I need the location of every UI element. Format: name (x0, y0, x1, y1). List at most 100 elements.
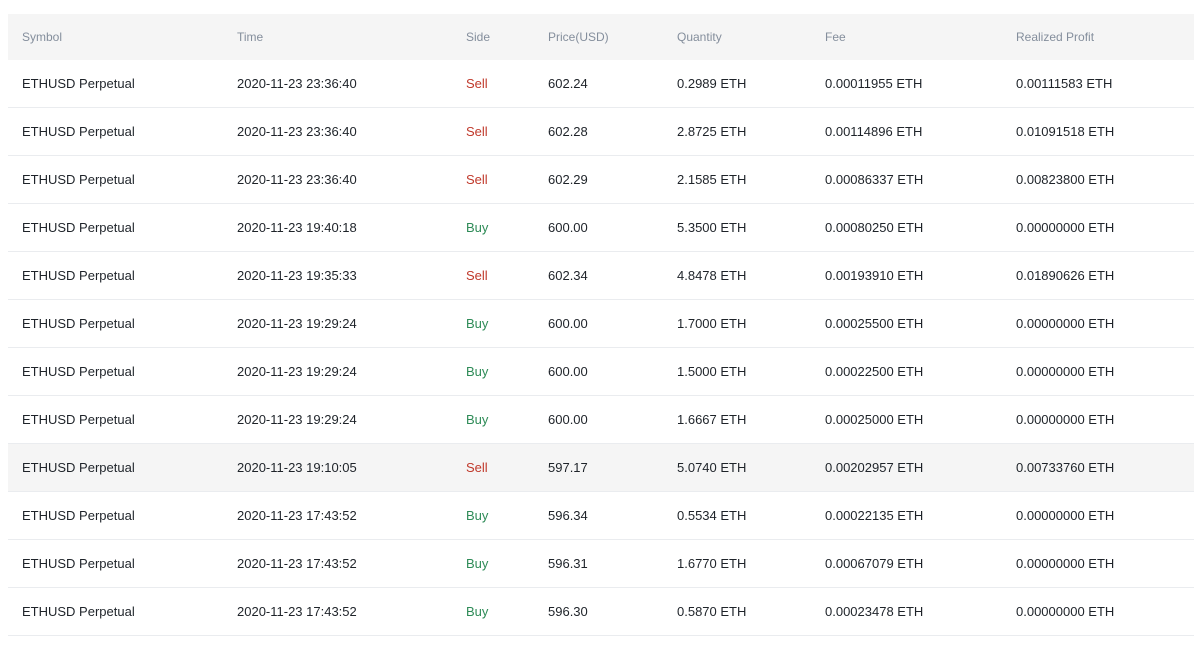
cell-side: Buy (466, 556, 489, 571)
cell-side: Buy (466, 220, 489, 235)
cell-time: 2020-11-23 23:36:40 (237, 172, 357, 187)
cell-price: 602.29 (548, 172, 588, 187)
cell-fee: 0.00022500 ETH (825, 364, 924, 379)
table-row[interactable]: ETHUSD Perpetual 2020-11-23 19:10:05 Sell 5… (8, 444, 1194, 492)
cell-quantity: 2.8725 ETH (677, 124, 747, 139)
cell-side: Sell (466, 172, 488, 187)
cell-symbol: ETHUSD Perpetual (22, 316, 135, 331)
header-price[interactable]: Price(USD) (534, 30, 663, 44)
cell-quantity: 1.6667 ETH (677, 412, 747, 427)
cell-time: 2020-11-23 19:29:24 (237, 364, 357, 379)
cell-quantity: 1.5000 ETH (677, 364, 747, 379)
cell-realized-profit: 0.01091518 ETH (1016, 124, 1115, 139)
cell-side: Buy (466, 508, 489, 523)
cell-quantity: 1.7000 ETH (677, 316, 747, 331)
cell-symbol: ETHUSD Perpetual (22, 220, 135, 235)
cell-price: 600.00 (548, 364, 588, 379)
table-row[interactable]: ETHUSD Perpetual 2020-11-23 19:29:24 Buy 60… (8, 300, 1194, 348)
cell-symbol: ETHUSD Perpetual (22, 412, 135, 427)
cell-symbol: ETHUSD Perpetual (22, 124, 135, 139)
cell-time: 2020-11-23 19:29:24 (237, 412, 357, 427)
cell-realized-profit: 0.00823800 ETH (1016, 172, 1115, 187)
cell-time: 2020-11-23 19:40:18 (237, 220, 357, 235)
cell-time: 2020-11-23 17:43:52 (237, 508, 357, 523)
table-row[interactable]: ETHUSD Perpetual 2020-11-23 23:36:40 Sell 6… (8, 108, 1194, 156)
table-row[interactable]: ETHUSD Perpetual 2020-11-23 19:40:18 Buy 60… (8, 204, 1194, 252)
cell-symbol: ETHUSD Perpetual (22, 268, 135, 283)
cell-quantity: 0.2989 ETH (677, 76, 747, 91)
cell-realized-profit: 0.00733760 ETH (1016, 460, 1115, 475)
table-row[interactable]: ETHUSD Perpetual 2020-11-23 23:36:40 Sell 6… (8, 60, 1194, 108)
cell-symbol: ETHUSD Perpetual (22, 556, 135, 571)
cell-time: 2020-11-23 23:36:40 (237, 124, 357, 139)
cell-price: 602.34 (548, 268, 588, 283)
cell-realized-profit: 0.00000000 ETH (1016, 508, 1115, 523)
header-realized-profit[interactable]: Realized Profit (1002, 30, 1194, 44)
cell-fee: 0.00025000 ETH (825, 412, 924, 427)
cell-symbol: ETHUSD Perpetual (22, 460, 135, 475)
table-row[interactable]: ETHUSD Perpetual 2020-11-23 17:43:52 Buy 59… (8, 588, 1194, 636)
cell-realized-profit: 0.00000000 ETH (1016, 604, 1115, 619)
cell-realized-profit: 0.00000000 ETH (1016, 220, 1115, 235)
cell-time: 2020-11-23 17:43:52 (237, 556, 357, 571)
cell-fee: 0.00193910 ETH (825, 268, 924, 283)
cell-realized-profit: 0.00000000 ETH (1016, 364, 1115, 379)
cell-time: 2020-11-23 23:36:40 (237, 76, 357, 91)
cell-fee: 0.00086337 ETH (825, 172, 924, 187)
cell-price: 596.34 (548, 508, 588, 523)
cell-price: 600.00 (548, 412, 588, 427)
cell-quantity: 2.1585 ETH (677, 172, 747, 187)
cell-price: 597.17 (548, 460, 588, 475)
cell-fee: 0.00023478 ETH (825, 604, 924, 619)
header-fee[interactable]: Fee (811, 30, 1002, 44)
cell-fee: 0.00022135 ETH (825, 508, 924, 523)
cell-side: Sell (466, 124, 488, 139)
cell-quantity: 1.6770 ETH (677, 556, 747, 571)
trade-history-table: Symbol Time Side Price(USD) Quantity Fee… (8, 14, 1194, 636)
cell-side: Sell (466, 76, 488, 91)
cell-symbol: ETHUSD Perpetual (22, 172, 135, 187)
cell-side: Sell (466, 268, 488, 283)
cell-price: 602.24 (548, 76, 588, 91)
cell-symbol: ETHUSD Perpetual (22, 364, 135, 379)
table-row[interactable]: ETHUSD Perpetual 2020-11-23 23:36:40 Sell 6… (8, 156, 1194, 204)
cell-quantity: 0.5534 ETH (677, 508, 747, 523)
cell-price: 596.31 (548, 556, 588, 571)
cell-price: 600.00 (548, 220, 588, 235)
cell-fee: 0.00067079 ETH (825, 556, 924, 571)
cell-price: 596.30 (548, 604, 588, 619)
cell-realized-profit: 0.01890626 ETH (1016, 268, 1115, 283)
header-side[interactable]: Side (452, 30, 534, 44)
cell-side: Buy (466, 604, 489, 619)
table-row[interactable]: ETHUSD Perpetual 2020-11-23 19:29:24 Buy 60… (8, 396, 1194, 444)
table-row[interactable]: ETHUSD Perpetual 2020-11-23 17:43:52 Buy 59… (8, 492, 1194, 540)
cell-quantity: 4.8478 ETH (677, 268, 747, 283)
cell-side: Buy (466, 364, 489, 379)
table-row[interactable]: ETHUSD Perpetual 2020-11-23 17:43:52 Buy 59… (8, 540, 1194, 588)
cell-realized-profit: 0.00111583 ETH (1016, 76, 1113, 91)
cell-price: 600.00 (548, 316, 588, 331)
cell-fee: 0.00202957 ETH (825, 460, 924, 475)
cell-quantity: 5.0740 ETH (677, 460, 747, 475)
header-quantity[interactable]: Quantity (663, 30, 811, 44)
cell-time: 2020-11-23 19:29:24 (237, 316, 357, 331)
cell-fee: 0.00025500 ETH (825, 316, 924, 331)
cell-time: 2020-11-23 17:43:52 (237, 604, 357, 619)
cell-time: 2020-11-23 19:10:05 (237, 460, 357, 475)
cell-price: 602.28 (548, 124, 588, 139)
cell-side: Buy (466, 412, 489, 427)
cell-side: Sell (466, 460, 488, 475)
header-symbol[interactable]: Symbol (8, 30, 223, 44)
table-row[interactable]: ETHUSD Perpetual 2020-11-23 19:35:33 Sell 6… (8, 252, 1194, 300)
cell-fee: 0.00011955 ETH (825, 76, 923, 91)
cell-realized-profit: 0.00000000 ETH (1016, 316, 1115, 331)
cell-symbol: ETHUSD Perpetual (22, 508, 135, 523)
cell-fee: 0.00114896 ETH (825, 124, 923, 139)
cell-quantity: 5.3500 ETH (677, 220, 747, 235)
cell-realized-profit: 0.00000000 ETH (1016, 556, 1115, 571)
cell-side: Buy (466, 316, 489, 331)
table-body: ETHUSD Perpetual 2020-11-23 23:36:40 Sell 6… (8, 60, 1194, 636)
table-row[interactable]: ETHUSD Perpetual 2020-11-23 19:29:24 Buy 60… (8, 348, 1194, 396)
header-time[interactable]: Time (223, 30, 452, 44)
table-header-row: Symbol Time Side Price(USD) Quantity Fee… (8, 14, 1194, 60)
